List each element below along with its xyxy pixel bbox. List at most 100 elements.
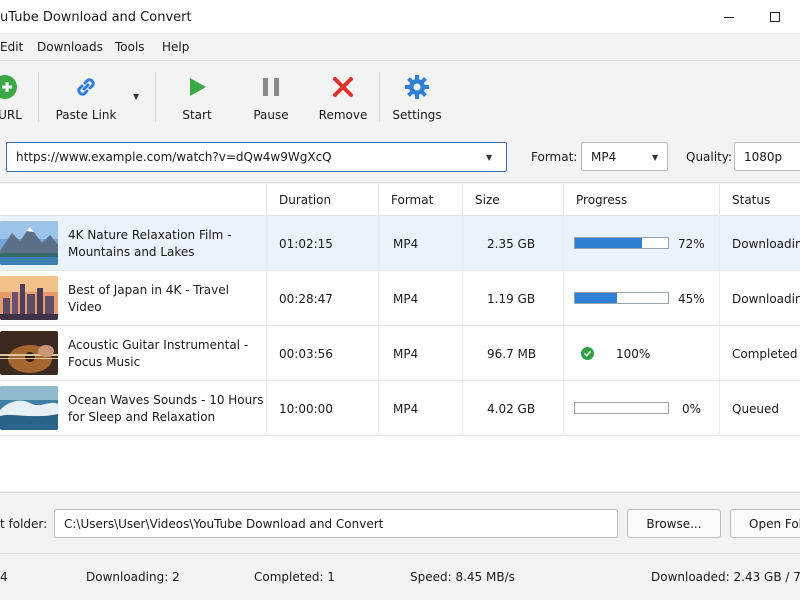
- link-icon: [72, 72, 100, 102]
- table-row[interactable]: Best of Japan in 4K - Travel Video 00:28…: [0, 271, 800, 326]
- url-value: https://www.example.com/watch?v=dQw4w9Wg…: [16, 150, 332, 164]
- column-divider: [563, 271, 564, 326]
- pause-button[interactable]: Pause: [246, 62, 296, 130]
- paste-link-button[interactable]: Paste Link: [50, 62, 122, 130]
- chevron-down-icon: ▼: [652, 153, 659, 162]
- column-divider: [378, 271, 379, 326]
- menu-downloads[interactable]: Downloads: [37, 40, 103, 54]
- maximize-icon: [770, 12, 780, 22]
- video-thumbnail: [0, 221, 58, 265]
- size-cell: 96.7 MB: [487, 346, 537, 361]
- chevron-down-icon[interactable]: ▼: [486, 153, 492, 162]
- minimize-button[interactable]: [706, 0, 752, 34]
- url-combobox[interactable]: https://www.example.com/watch?v=dQw4w9Wg…: [6, 142, 507, 172]
- close-icon: [331, 72, 355, 102]
- video-thumbnail: [0, 331, 58, 375]
- settings-button[interactable]: Settings: [389, 62, 445, 130]
- column-divider: [266, 271, 267, 326]
- window-title: uTube Download and Convert: [0, 10, 192, 25]
- duration-cell: 00:03:56: [279, 346, 333, 361]
- add-url-label: URL: [0, 108, 22, 122]
- column-divider: [563, 326, 564, 381]
- column-divider: [719, 326, 720, 381]
- size-cell: 4.02 GB: [487, 401, 536, 416]
- format-cell: MP4: [393, 346, 419, 361]
- start-button[interactable]: Start: [172, 62, 222, 130]
- add-url-icon: [0, 72, 25, 102]
- output-folder-label: t folder:: [0, 517, 48, 531]
- column-divider: [563, 381, 564, 436]
- toolbar-separator: [379, 72, 380, 122]
- progress-fill: [575, 293, 617, 303]
- title-bar: uTube Download and Convert: [0, 0, 800, 34]
- downloading-count: Downloading: 2: [86, 570, 180, 584]
- quality-select[interactable]: 1080p: [734, 142, 800, 171]
- column-header-duration[interactable]: Duration: [266, 184, 378, 216]
- column-divider: [719, 216, 720, 271]
- format-select[interactable]: MP4 ▼: [581, 142, 668, 171]
- status-cell: Completed: [732, 346, 798, 361]
- column-divider: [462, 216, 463, 271]
- toolbar: URL Paste Link ▼ Start Pause Remove Sett…: [0, 62, 800, 130]
- column-divider: [266, 216, 267, 271]
- column-divider: [378, 216, 379, 271]
- output-folder-path: C:\Users\User\Videos\YouTube Download an…: [64, 517, 384, 531]
- video-thumbnail: [0, 276, 58, 320]
- status-cell: Queued: [732, 401, 780, 416]
- toolbar-separator: [155, 72, 156, 122]
- status-cell: Downloading: [732, 291, 800, 306]
- table-header: Duration Format Size Progress Status: [0, 184, 800, 216]
- size-cell: 1.19 GB: [487, 291, 536, 306]
- progress-percent: 72%: [678, 236, 705, 251]
- add-url-button[interactable]: URL: [0, 62, 30, 130]
- gear-icon: [403, 72, 431, 102]
- format-cell: MP4: [393, 401, 419, 416]
- browse-button[interactable]: Browse...: [627, 509, 721, 538]
- play-icon: [185, 72, 209, 102]
- column-divider: [378, 381, 379, 436]
- pause-icon: [259, 72, 283, 102]
- table-row[interactable]: Ocean Waves Sounds - 10 Hours for Sleep …: [0, 381, 800, 436]
- column-header-status[interactable]: Status: [719, 184, 800, 216]
- progress-bar: [574, 402, 669, 414]
- paste-link-dropdown-icon[interactable]: ▼: [133, 92, 139, 101]
- duration-cell: 00:28:47: [279, 291, 333, 306]
- output-folder-input[interactable]: C:\Users\User\Videos\YouTube Download an…: [54, 509, 618, 538]
- speed-readout: Speed: 8.45 MB/s: [410, 570, 515, 584]
- progress-fill: [575, 238, 642, 248]
- status-cell: Downloading: [732, 236, 800, 251]
- start-label: Start: [182, 108, 212, 122]
- settings-label: Settings: [392, 108, 442, 122]
- url-row: https://www.example.com/watch?v=dQw4w9Wg…: [0, 131, 800, 183]
- column-divider: [462, 381, 463, 436]
- video-thumbnail: [0, 386, 58, 430]
- open-folder-button[interactable]: Open Fold: [730, 509, 800, 538]
- table-row[interactable]: 4K Nature Relaxation Film - Mountains an…: [0, 216, 800, 271]
- menu-tools[interactable]: Tools: [115, 40, 145, 54]
- column-header-size[interactable]: Size: [462, 184, 563, 216]
- column-divider: [266, 326, 267, 381]
- menu-edit[interactable]: Edit: [0, 40, 23, 54]
- column-header-progress[interactable]: Progress: [563, 184, 719, 216]
- remove-button[interactable]: Remove: [318, 62, 368, 130]
- video-title: Acoustic Guitar Instrumental - Focus Mus…: [68, 337, 249, 369]
- toolbar-separator: [38, 72, 39, 122]
- column-header-format[interactable]: Format: [378, 184, 462, 216]
- menu-bar: Edit Downloads Tools Help: [0, 34, 800, 61]
- maximize-button[interactable]: [752, 0, 798, 34]
- video-title: Ocean Waves Sounds - 10 Hours for Sleep …: [68, 392, 264, 424]
- format-cell: MP4: [393, 236, 419, 251]
- minimize-icon: [724, 16, 734, 18]
- video-title: Best of Japan in 4K - Travel Video: [68, 282, 229, 314]
- completed-count: Completed: 1: [254, 570, 335, 584]
- column-divider: [719, 271, 720, 326]
- format-value: MP4: [591, 150, 617, 164]
- table-row[interactable]: Acoustic Guitar Instrumental - Focus Mus…: [0, 326, 800, 381]
- menu-help[interactable]: Help: [162, 40, 189, 54]
- downloads-table: Duration Format Size Progress Status 4K …: [0, 184, 800, 491]
- progress-percent: 0%: [682, 401, 702, 416]
- format-label: Format:: [531, 150, 578, 164]
- column-divider: [462, 326, 463, 381]
- paste-link-label: Paste Link: [55, 108, 117, 122]
- quality-label: Quality:: [686, 150, 733, 164]
